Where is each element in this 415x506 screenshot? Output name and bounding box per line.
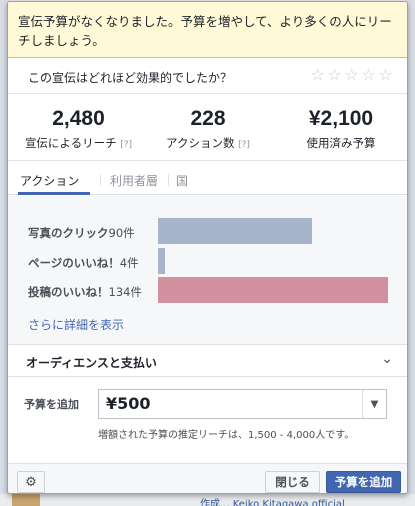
stat-spent-value: ¥2,100 <box>308 107 374 130</box>
audience-and-payment-section[interactable]: オーディエンスと支払い ⌄ <box>8 344 407 377</box>
star-icon[interactable]: ☆ <box>327 65 342 85</box>
stat-reach-label: 宣伝によるリーチ [?] <box>16 135 141 151</box>
budget-select[interactable]: ¥500 ▼ <box>98 389 387 419</box>
background-thumbnail <box>12 494 40 506</box>
bar-value-label: 4件 <box>119 256 139 270</box>
stat-actions: 228 アクション数 [?] <box>148 106 268 151</box>
budget-label: 予算を追加 <box>24 398 79 411</box>
tab-divider <box>100 174 101 186</box>
estimated-reach-note: 増額された予算の推定リーチは、1,500 - 4,000人です。 <box>98 430 355 441</box>
audience-title: オーディエンスと支払い <box>26 356 157 370</box>
star-icon[interactable]: ☆ <box>378 65 393 85</box>
tab-actions[interactable]: アクション <box>20 172 79 189</box>
star-rating: ☆ ☆ ☆ ☆ ☆ <box>310 65 393 85</box>
stat-spent-label: 使用済み予算 <box>306 136 376 150</box>
bar-category: 写真のクリック <box>28 226 109 240</box>
bar-photo-clicks <box>158 218 312 244</box>
stat-actions-label-text: アクション数 <box>166 136 235 150</box>
bar-category: ページのいいね！ <box>28 256 120 270</box>
help-hint[interactable]: [?] <box>238 140 250 150</box>
background-page-strip: 作成... Keiko Kitagawa official <box>0 494 415 506</box>
rating-row: この宣伝はどれほど効果的でしたか？ ☆ ☆ ☆ ☆ ☆ <box>8 60 407 94</box>
help-hint[interactable]: [?] <box>120 140 132 150</box>
promotion-dialog: 宣伝予算がなくなりました。予算を増やして、より多くの人にリーチしましょう。 この… <box>7 1 408 494</box>
bar-row-photo-clicks: 写真のクリック90件 <box>8 218 407 244</box>
stat-actions-label: アクション数 [?] <box>148 135 268 151</box>
bar-row-post-likes: 投稿のいいね！134件 <box>8 277 407 303</box>
bar-value-label: 134件 <box>108 285 142 299</box>
bar-label: 写真のクリック90件 <box>28 225 135 241</box>
dialog-footer: ⚙ 閉じる 予算を追加 <box>8 463 407 493</box>
budget-section: 予算を追加 ¥500 ▼ 増額された予算の推定リーチは、1,500 - 4,00… <box>8 378 407 463</box>
rating-question: この宣伝はどれほど効果的でしたか？ <box>28 71 233 85</box>
budget-selected-value: ¥500 <box>106 394 151 413</box>
stats-summary: 2,480 宣伝によるリーチ [?] 228 アクション数 [?] ¥2,100… <box>8 95 407 161</box>
tab-countries[interactable]: 国 <box>176 172 188 189</box>
stat-actions-value: 228 <box>190 107 226 130</box>
notice-text: 宣伝予算がなくなりました。予算を増やして、より多くの人にリーチしましょう。 <box>18 14 392 48</box>
tab-divider <box>168 174 169 186</box>
add-budget-button[interactable]: 予算を追加 <box>326 471 401 493</box>
tab-demographics[interactable]: 利用者層 <box>110 172 158 189</box>
bar-category: 投稿のいいね！ <box>28 285 109 299</box>
bar-value-label: 90件 <box>108 226 135 240</box>
star-icon[interactable]: ☆ <box>310 65 325 85</box>
star-icon[interactable]: ☆ <box>361 65 376 85</box>
stat-spent-budget: ¥2,100 使用済み予算 <box>286 106 396 151</box>
budget-exhausted-notice: 宣伝予算がなくなりました。予算を増やして、より多くの人にリーチしましょう。 <box>8 2 407 58</box>
stat-reach: 2,480 宣伝によるリーチ [?] <box>16 106 141 151</box>
tab-bar: アクション 利用者層 国 <box>8 162 407 195</box>
stat-reach-value: 2,480 <box>52 107 105 130</box>
close-button[interactable]: 閉じる <box>265 471 320 493</box>
background-page-text[interactable]: 作成... Keiko Kitagawa official <box>200 495 345 506</box>
stat-reach-label-text: 宣伝によるリーチ <box>24 136 117 150</box>
bar-page-likes <box>158 248 165 274</box>
actions-chart: 写真のクリック90件 ページのいいね！4件 投稿のいいね！134件 さらに詳細を… <box>8 196 407 344</box>
dropdown-arrow-icon[interactable]: ▼ <box>362 390 386 418</box>
gear-icon[interactable]: ⚙ <box>17 471 45 493</box>
bar-label: ページのいいね！4件 <box>28 255 139 271</box>
bar-post-likes <box>158 277 388 303</box>
bar-label: 投稿のいいね！134件 <box>28 284 142 300</box>
show-more-link[interactable]: さらに詳細を表示 <box>28 316 124 333</box>
bar-row-page-likes: ページのいいね！4件 <box>8 248 407 274</box>
star-icon[interactable]: ☆ <box>344 65 359 85</box>
chevron-down-icon[interactable]: ⌄ <box>381 351 393 367</box>
active-tab-indicator <box>18 192 90 195</box>
